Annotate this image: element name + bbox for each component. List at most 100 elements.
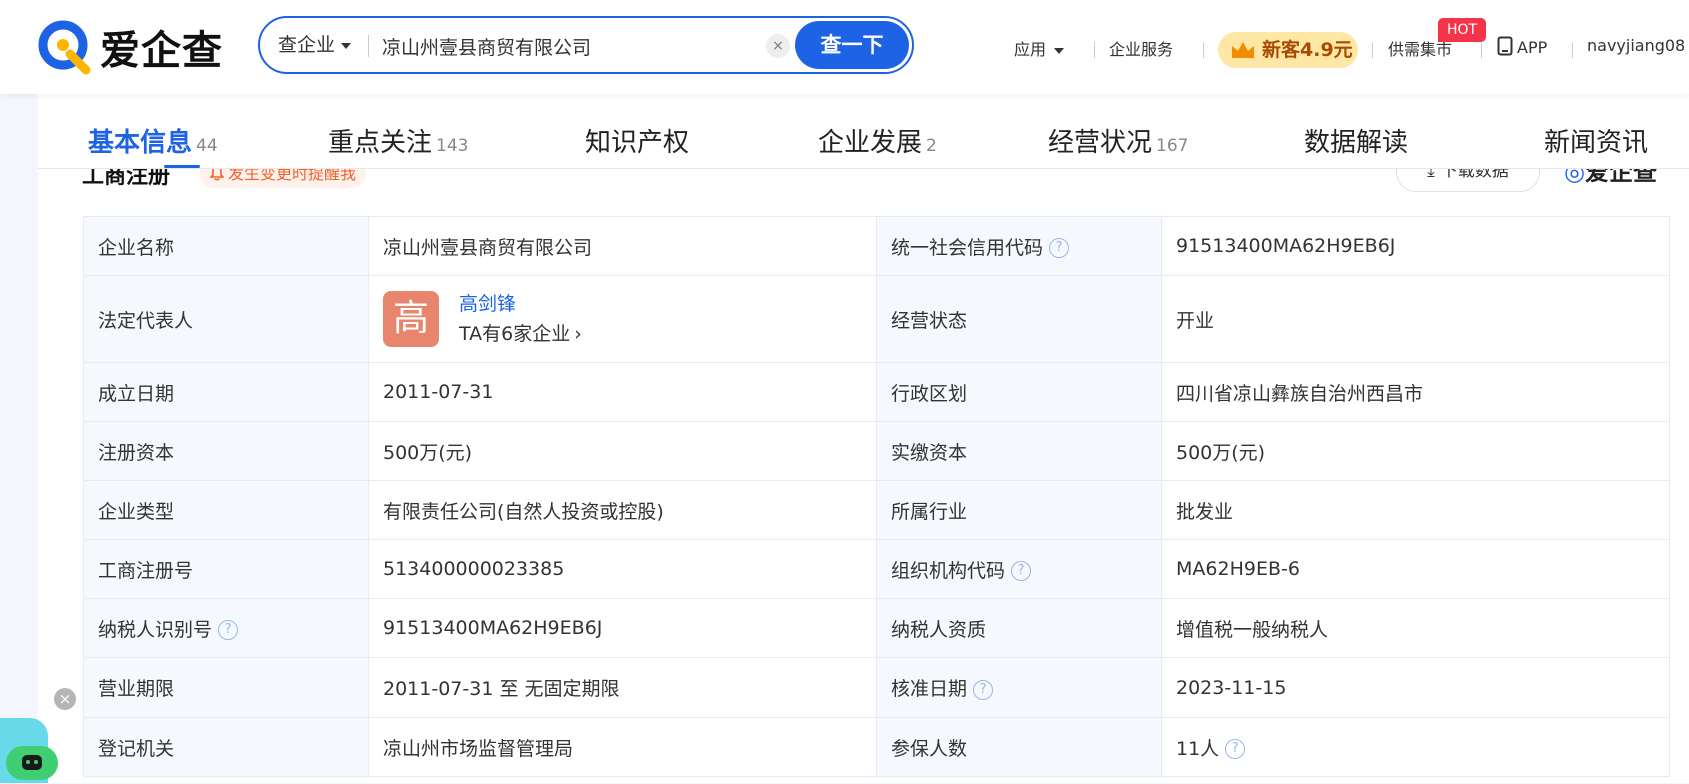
tab-ip[interactable]: 知识产权 (585, 122, 689, 159)
table-label: 核准日期? (876, 657, 1162, 718)
table-label: 行政区划 (876, 362, 1162, 422)
table-label: 统一社会信用代码? (876, 216, 1162, 276)
search-type-dropdown[interactable]: 查企业 (278, 18, 352, 72)
tab-label: 新闻资讯 (1544, 128, 1649, 158)
taxpayer-id-label: 纳税人识别号 (98, 618, 213, 641)
nav-enterprise-services[interactable]: 企业服务 (1109, 36, 1173, 60)
legal-rep-companies-label: TA有6家企业 (459, 323, 571, 345)
active-tab-indicator (164, 165, 200, 168)
insured-value: 11人 (1176, 737, 1220, 760)
tab-label: 数据解读 (1304, 128, 1409, 158)
table-label: 参保人数 (876, 717, 1162, 777)
table-value: 500万(元) (368, 421, 877, 481)
nav-divider (1372, 42, 1373, 58)
main-content: 工商注册 发生变更时提醒我 ⤓ 下载数据 ◎爱企查 企业名称 凉山州壹县商贸有限公… (38, 94, 1689, 783)
chevron-down-icon (1054, 47, 1065, 54)
legal-rep-info: 高剑锋 TA有6家企业 › (459, 289, 582, 349)
close-icon[interactable]: × (54, 688, 76, 710)
table-label: 企业类型 (83, 480, 369, 540)
table-row: 法定代表人 高 高剑锋 TA有6家企业 › 经营状态 开业 (83, 275, 1670, 363)
table-value: 有限责任公司(自然人投资或控股) (368, 480, 877, 540)
table-label: 登记机关 (83, 717, 369, 777)
tab-development[interactable]: 企业发展 2 (818, 122, 937, 159)
business-registration-table: 企业名称 凉山州壹县商贸有限公司 统一社会信用代码? 91513400MA62H… (83, 216, 1670, 777)
table-value: 增值税一般纳税人 (1161, 598, 1670, 658)
table-label: 工商注册号 (83, 539, 369, 599)
tab-label: 知识产权 (585, 128, 690, 158)
top-header: 爱企查 查企业 × 查一下 应用 企业服务 新客4.9元 供需集市 HOT AP… (0, 0, 1689, 94)
tab-label: 基本信息 (88, 128, 193, 158)
table-value: 2023-11-15 (1161, 657, 1670, 718)
table-label: 经营状态 (876, 275, 1162, 363)
nav-divider (1203, 42, 1204, 58)
help-icon[interactable]: ? (218, 620, 239, 640)
avatar[interactable]: 高 (383, 291, 439, 347)
help-icon[interactable]: ? (1225, 739, 1246, 759)
phone-icon (1497, 36, 1513, 56)
clear-icon[interactable]: × (766, 34, 790, 58)
tab-basic-info[interactable]: 基本信息 44 (88, 122, 218, 159)
nav-app-label: APP (1517, 38, 1548, 57)
nav-apps-label: 应用 (1014, 40, 1047, 59)
tab-label: 企业发展 (818, 128, 923, 158)
tab-count: 167 (1156, 136, 1189, 156)
table-value: 91513400MA62H9EB6J (1161, 216, 1670, 276)
table-row: 注册资本 500万(元) 实缴资本 500万(元) (83, 421, 1670, 481)
table-value: 凉山州壹县商贸有限公司 (368, 216, 877, 276)
tab-label: 重点关注 (328, 128, 433, 158)
chat-bubble-icon[interactable] (6, 746, 58, 780)
table-label: 纳税人识别号? (83, 598, 369, 658)
table-row: 企业名称 凉山州壹县商贸有限公司 统一社会信用代码? 91513400MA62H… (83, 216, 1670, 276)
help-icon[interactable]: ? (973, 679, 994, 700)
tab-key-focus[interactable]: 重点关注 143 (328, 122, 468, 159)
table-row: 登记机关 凉山州市场监督管理局 参保人数 11人? (83, 717, 1670, 777)
table-value: 513400000023385 (368, 539, 877, 599)
logo-q-icon (38, 20, 91, 75)
legal-rep-companies-link[interactable]: TA有6家企业 › (459, 323, 582, 345)
table-label: 成立日期 (83, 362, 369, 422)
robot-icon (22, 755, 42, 770)
legal-rep-name-link[interactable]: 高剑锋 (459, 293, 516, 315)
table-label: 纳税人资质 (876, 598, 1162, 658)
tab-label: 经营状况 (1048, 128, 1153, 158)
tab-count: 44 (196, 136, 218, 156)
nav-user-account[interactable]: navyjiang08 (1587, 36, 1689, 55)
table-label: 法定代表人 (83, 275, 369, 363)
chevron-down-icon (341, 42, 352, 49)
table-row: 企业类型 有限责任公司(自然人投资或控股) 所属行业 批发业 (83, 480, 1670, 540)
table-row: 营业期限 2011-07-31 至 无固定期限 核准日期? 2023-11-15 (83, 657, 1670, 718)
table-label: 组织机构代码? (876, 539, 1162, 599)
table-value: 开业 (1161, 275, 1670, 363)
approval-date-label: 核准日期 (891, 678, 968, 700)
section-tabs: 基本信息 44 重点关注 143 知识产权 企业发展 2 经营状况 167 数据解读 新… (38, 94, 1689, 169)
table-value: MA62H9EB-6 (1161, 539, 1670, 599)
search-box: 查企业 × 查一下 (258, 16, 1004, 74)
help-icon[interactable]: ? (1049, 238, 1070, 258)
table-row: 纳税人识别号? 91513400MA62H9EB6J 纳税人资质 增值税一般纳税… (83, 598, 1670, 658)
tab-operations[interactable]: 经营状况 167 (1048, 122, 1188, 159)
tab-count: 2 (926, 136, 937, 156)
new-customer-promo[interactable]: 新客4.9元 (1218, 32, 1358, 68)
table-value: 2011-07-31 至 无固定期限 (368, 657, 877, 718)
logo-text: 爱企查 (100, 28, 223, 74)
chevron-right-icon: › (574, 323, 582, 345)
nav-app-download[interactable]: APP (1497, 36, 1547, 57)
nav-divider (1481, 42, 1482, 58)
tab-news[interactable]: 新闻资讯 (1544, 122, 1648, 159)
nav-divider (1572, 42, 1573, 58)
table-row: 成立日期 2011-07-31 行政区划 四川省凉山彝族自治州西昌市 (83, 362, 1670, 422)
site-logo[interactable]: 爱企查 (36, 16, 223, 78)
search-button[interactable]: 查一下 (795, 21, 909, 69)
table-label: 营业期限 (83, 657, 369, 718)
help-icon[interactable]: ? (1011, 561, 1032, 581)
table-value: 500万(元) (1161, 421, 1670, 481)
table-row: 工商注册号 513400000023385 组织机构代码? MA62H9EB-6 (83, 539, 1670, 599)
credit-code-label: 统一社会信用代码 (891, 236, 1044, 259)
nav-apps-menu[interactable]: 应用 (1014, 36, 1065, 60)
table-value: 凉山州市场监督管理局 (368, 717, 877, 777)
table-value: 四川省凉山彝族自治州西昌市 (1161, 362, 1670, 422)
insured-cell: 11人? (1161, 717, 1670, 777)
tab-data-insights[interactable]: 数据解读 (1304, 122, 1408, 159)
search-input[interactable] (380, 26, 1004, 66)
table-label: 所属行业 (876, 480, 1162, 540)
